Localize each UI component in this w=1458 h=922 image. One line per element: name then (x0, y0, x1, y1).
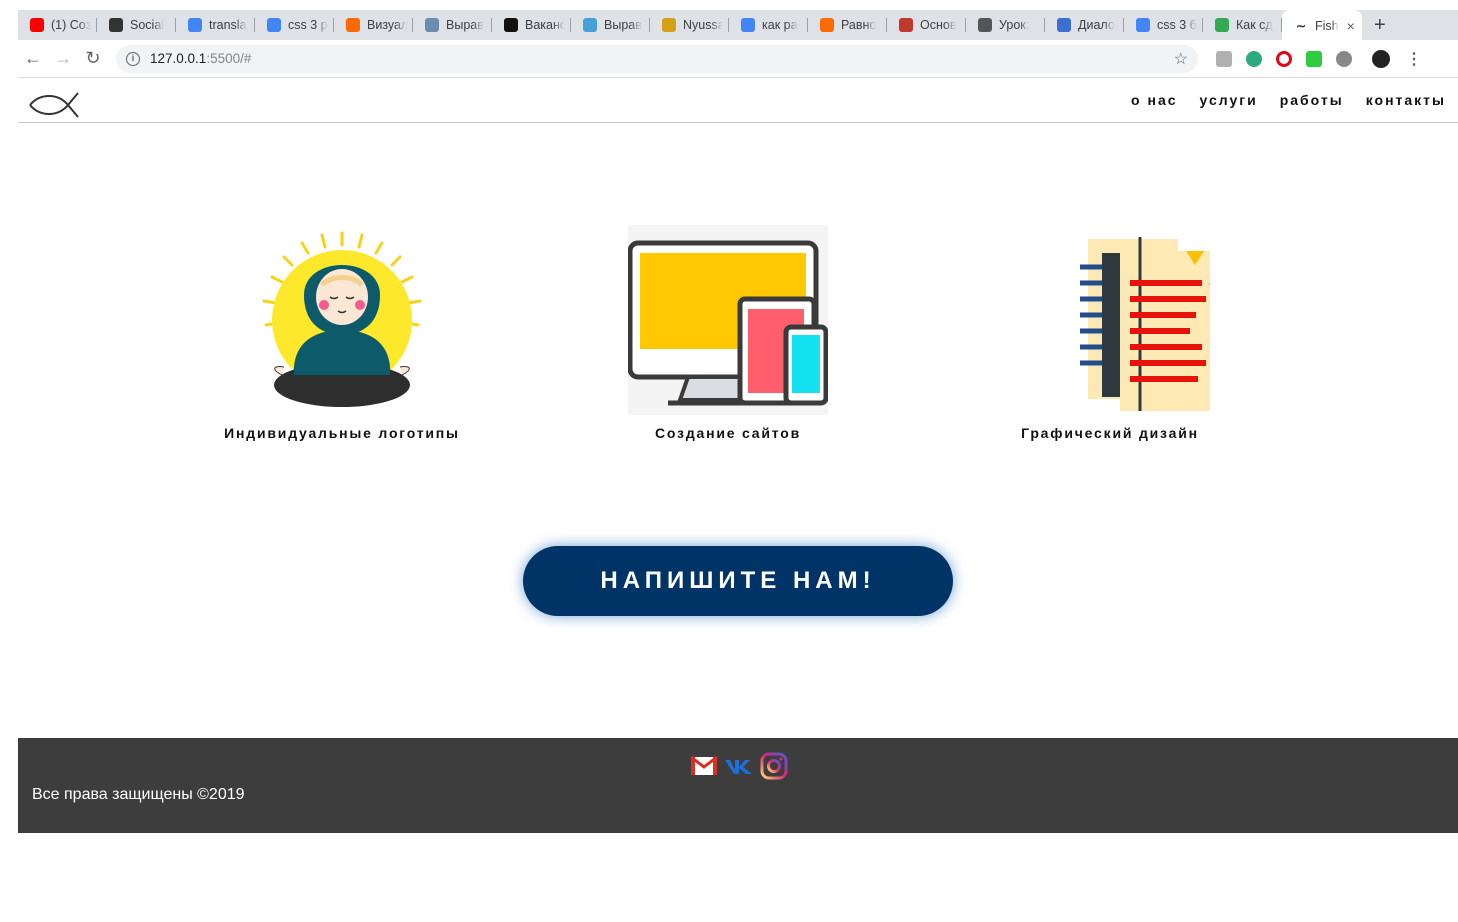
browser-tab-title: transla (209, 18, 247, 32)
site-footer: Все права защищены ©2019 (18, 738, 1458, 833)
google-icon (267, 18, 281, 32)
extension-opera-icon[interactable] (1276, 50, 1292, 67)
browser-tab-title: Nyussa (683, 18, 723, 32)
dots-icon (346, 18, 360, 32)
browser-tab-active[interactable]: ∼ Fish × (1282, 10, 1362, 42)
new-tab-icon[interactable]: + (1374, 14, 1386, 37)
browser-tab-title: как ра (762, 18, 798, 32)
address-path: :5500/# (206, 51, 252, 66)
devices-icon (628, 225, 828, 415)
browser-tab-title: Диало (1078, 18, 1115, 32)
browser-tab-title: Урок: (999, 18, 1030, 32)
service-caption: Графический дизайн (1021, 425, 1199, 441)
extension-db-icon[interactable] (1216, 50, 1232, 67)
menu-kebab-icon[interactable]: ⋮ (1406, 49, 1422, 69)
gmail-icon[interactable] (690, 755, 718, 777)
meditating-girl-icon (262, 231, 422, 407)
bee-icon (662, 18, 676, 32)
main-nav: о нас услуги работы контакты (1131, 92, 1446, 108)
extension-cz-icon[interactable] (1306, 50, 1322, 67)
nav-link-contacts[interactable]: контакты (1366, 92, 1446, 108)
browser-tab-title: Social (130, 18, 165, 32)
nav-link-services[interactable]: услуги (1200, 92, 1258, 108)
dots-icon (820, 18, 834, 32)
browser-tab[interactable]: Вырав (413, 10, 492, 40)
back-icon[interactable]: ← (18, 48, 48, 69)
browser-tab[interactable]: css 3 p (255, 10, 334, 40)
m-icon (504, 18, 518, 32)
browser-tab[interactable]: как ра (729, 10, 808, 40)
browser-tab[interactable]: css 3 б (1124, 10, 1203, 40)
flower-icon (1215, 18, 1229, 32)
nav-link-works[interactable]: работы (1280, 92, 1344, 108)
nav-link-about[interactable]: о нас (1131, 92, 1177, 108)
service-websites[interactable]: Создание сайтов (578, 225, 878, 441)
service-caption: Индивидуальные логотипы (224, 425, 460, 441)
browser-tab[interactable]: Nyussa (650, 10, 729, 40)
address-host: 127.0.0.1 (150, 51, 207, 66)
browser-tab[interactable]: (1) Coз (18, 10, 97, 40)
close-tab-icon[interactable]: × (1347, 18, 1355, 34)
fish-icon: ∼ (1295, 19, 1307, 33)
browser-tab-title: (1) Coз (51, 18, 91, 32)
extension-plane-icon[interactable] (1246, 50, 1262, 67)
address-bar[interactable]: i 127.0.0.1:5500/# ☆ (116, 44, 1198, 73)
service-caption: Создание сайтов (654, 425, 802, 441)
browser-tab-title: css 3 p (288, 18, 328, 32)
google-icon (1136, 18, 1150, 32)
browser-tab[interactable]: Основ (887, 10, 966, 40)
instagram-icon[interactable] (760, 752, 788, 780)
browser-tab-title: Ваканс (525, 18, 565, 32)
browser-tab[interactable]: Равно (808, 10, 887, 40)
contact-us-button[interactable]: НАПИШИТЕ НАМ! (523, 546, 953, 616)
browser-tab[interactable]: Визуал (334, 10, 413, 40)
browser-tab-title: Как сд (1236, 18, 1273, 32)
youtube-icon (30, 18, 44, 32)
services: Индивидуальные логотипы Создание сайтов (18, 225, 1458, 455)
chat-icon (1057, 18, 1071, 32)
google-icon (188, 18, 202, 32)
website: о нас услуги работы контакты Индивидуаль… (18, 79, 1458, 922)
browser-tab-title: Вырав (446, 18, 484, 32)
browser-tab[interactable]: Диало (1045, 10, 1124, 40)
browser-tab[interactable]: Как сд (1203, 10, 1282, 40)
browser-tab-title: Основ (920, 18, 957, 32)
browser-tab[interactable]: Ваканс (492, 10, 571, 40)
browser-tab-title: Равно (841, 18, 877, 32)
copyright-text: Все права защищены ©2019 (32, 786, 245, 803)
tab-strip: (1) Coз Social transla css 3 p Визуал Вырав Ва… (18, 10, 1458, 42)
vk-icon[interactable] (724, 755, 754, 777)
browser-toolbar: ← → ↻ i 127.0.0.1:5500/# ☆ ⋮ (18, 40, 1458, 78)
browser-tab[interactable]: Урок: (966, 10, 1045, 40)
documents-icon (1080, 237, 1210, 411)
fish-logo-icon[interactable] (28, 91, 80, 119)
reload-icon[interactable]: ↻ (78, 48, 108, 69)
bird-icon (583, 18, 597, 32)
browser-tab-title: css 3 б (1157, 18, 1197, 32)
bookmark-star-icon[interactable]: ☆ (1174, 49, 1188, 69)
service-logos[interactable]: Индивидуальные логотипы (192, 225, 492, 441)
profile-avatar[interactable] (1372, 49, 1390, 68)
social-links (690, 752, 788, 780)
browser-tab[interactable]: Social (97, 10, 176, 40)
extension-gear-icon[interactable] (1336, 50, 1352, 67)
site-header: о нас услуги работы контакты (18, 79, 1458, 123)
browser-tab-title: Fish (1315, 19, 1339, 33)
google-icon (741, 18, 755, 32)
browser-tab-title: Визуал (367, 18, 407, 32)
social-icon (109, 18, 123, 32)
browser-tab[interactable]: Вырав (571, 10, 650, 40)
forward-icon[interactable]: → (48, 48, 78, 69)
oj-icon (978, 18, 992, 32)
browser-tab[interactable]: transla (176, 10, 255, 40)
extensions (1216, 50, 1352, 67)
cube-icon (899, 18, 913, 32)
browser-tab-title: Вырав (604, 18, 642, 32)
service-graphic-design[interactable]: Графический дизайн (960, 225, 1260, 441)
h-icon (425, 18, 439, 32)
info-icon[interactable]: i (126, 51, 140, 66)
